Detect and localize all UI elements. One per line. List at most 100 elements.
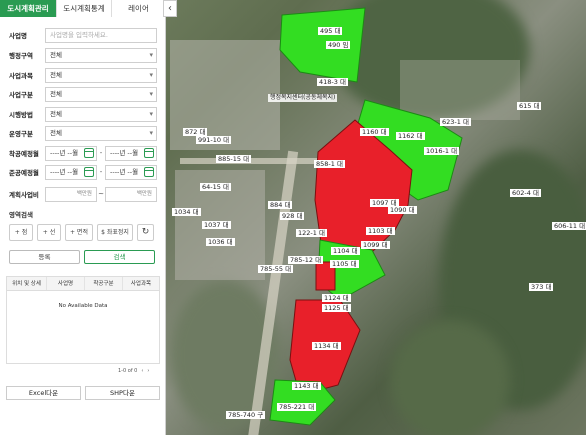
parcel-label: 1143 대: [292, 382, 321, 390]
parcel-label: 122-1 대: [296, 229, 327, 237]
parcel-label: 418-3 대: [317, 78, 348, 86]
chevron-left-icon[interactable]: ‹: [163, 0, 177, 17]
business-type-row: 사업과목 전체: [9, 67, 157, 83]
budget-unit: 백만원: [136, 190, 152, 197]
business-category-label: 사업구분: [9, 91, 33, 99]
column-business-type[interactable]: 사업과목: [123, 277, 159, 290]
parcel-label: 858-1 대: [314, 160, 345, 168]
parcel-label: 1016-1 대: [424, 147, 460, 155]
excel-download-button[interactable]: Excel다운: [6, 386, 81, 400]
pagination-info: 1-0 of 0: [118, 368, 138, 374]
register-button[interactable]: 등록: [9, 250, 80, 264]
business-type-label: 사업과목: [9, 72, 33, 80]
parcel-label: 623-1 대: [440, 118, 471, 126]
parcel-label: 490 임: [326, 41, 351, 49]
parcel-label: 1125 대: [322, 304, 351, 312]
column-construction-type[interactable]: 착공구분: [85, 277, 123, 290]
business-type-select[interactable]: 전체: [45, 67, 157, 83]
empty-message: No Available Data: [58, 303, 108, 309]
search-panel: 도시계획관리 도시계획통계 레이어 사업명 사업명을 입력하세요. 행정구역 전…: [0, 0, 166, 435]
parcel-label: 1134 대: [312, 342, 341, 350]
parcel-label: 1037 대: [202, 221, 231, 229]
start-date-to-value: ----년 --월: [110, 148, 139, 157]
tab-layers[interactable]: 레이어: [112, 0, 166, 17]
shp-download-button[interactable]: SHP다운: [85, 386, 160, 400]
parcel-label: 1124 대: [322, 294, 351, 302]
parcel-label: 1103 대: [366, 227, 395, 235]
parcel-label: 1099 대: [361, 241, 390, 249]
column-project-name[interactable]: 사업명: [47, 277, 85, 290]
budget-unit: 백만원: [76, 190, 92, 197]
budget-label: 계획사업비: [9, 191, 39, 199]
table-header: 위치 및 상세 사업명 착공구분 사업과목: [7, 277, 159, 291]
project-name-label: 사업명: [9, 32, 27, 40]
budget-to-input[interactable]: 백만원: [105, 186, 157, 202]
refresh-icon[interactable]: ↻: [137, 224, 154, 241]
panel-tabs: 도시계획관리 도시계획통계 레이어: [0, 0, 166, 17]
parcel-label: 1090 대: [388, 206, 417, 214]
start-date-to-input[interactable]: ----년 --월: [105, 145, 157, 161]
parcel-label: 885-15 대: [216, 155, 252, 163]
line-draw-button[interactable]: + 선: [37, 224, 61, 241]
parcel-label: 884 대: [268, 201, 293, 209]
point-draw-button[interactable]: + 점: [9, 224, 33, 241]
district-row: 행정구역 전체: [9, 47, 157, 63]
start-date-from-value: ----년 --월: [50, 148, 79, 157]
start-date-label: 착공예정월: [9, 150, 39, 158]
parcel-label: 64-15 대: [200, 183, 231, 191]
executor-row: 시행방법 전체: [9, 106, 157, 122]
pagination: 1-0 of 0 ‹ ›: [118, 368, 149, 374]
parcel-green-north[interactable]: [279, 7, 366, 83]
parcel-label: 1097 대: [370, 199, 399, 207]
budget-row: 계획사업비 백만원 ~ 백만원: [9, 186, 157, 202]
tab-city-plan-management[interactable]: 도시계획관리: [0, 0, 57, 17]
business-category-select[interactable]: 전체: [45, 86, 157, 102]
place-label: 행정복지센터(공동체복지): [268, 94, 338, 102]
district-select[interactable]: 전체: [45, 47, 157, 63]
parcel-label: 1162 대: [396, 132, 425, 140]
business-category-row: 사업구분 전체: [9, 86, 157, 102]
executor-label: 시행방법: [9, 111, 33, 119]
area-draw-button[interactable]: + 면적: [65, 224, 93, 241]
area-search-title: 영역검색: [9, 211, 33, 219]
action-row: 등록 검색: [9, 250, 155, 264]
parcel-label: 1104 대: [331, 247, 360, 255]
parcel-label: 606-11 대: [552, 222, 586, 230]
completion-date-to-value: ----년 --월: [110, 167, 139, 176]
operation-select[interactable]: 전체: [45, 125, 157, 141]
parcel-label: 615 대: [517, 102, 542, 110]
chevron-right-icon[interactable]: ›: [147, 368, 149, 374]
executor-select[interactable]: 전체: [45, 106, 157, 122]
completion-date-from-input[interactable]: ----년 --월: [45, 164, 97, 180]
start-date-from-input[interactable]: ----년 --월: [45, 145, 97, 161]
project-name-input[interactable]: 사업명을 입력하세요.: [45, 27, 157, 43]
coordinate-stop-button[interactable]: $ 좌표정지: [97, 224, 133, 241]
calendar-icon[interactable]: [84, 166, 94, 177]
operation-label: 운영구분: [9, 130, 33, 138]
calendar-icon[interactable]: [144, 147, 154, 158]
completion-date-label: 준공예정월: [9, 169, 39, 177]
chevron-left-icon[interactable]: ‹: [141, 368, 143, 374]
calendar-icon[interactable]: [84, 147, 94, 158]
parcel-label: 1036 대: [206, 238, 235, 246]
parcel-label: 785-55 대: [258, 265, 294, 273]
calendar-icon[interactable]: [144, 166, 154, 177]
parcel-label: 495 대: [318, 27, 343, 35]
parcel-label: 373 대: [529, 283, 554, 291]
parcel-label: 785-12 대: [288, 256, 324, 264]
completion-date-from-value: ----년 --월: [50, 167, 79, 176]
parcel-label: 785-221 대: [277, 403, 317, 411]
start-date-row: 착공예정월 ----년 --월 - ----년 --월: [9, 145, 157, 161]
tab-city-plan-statistics[interactable]: 도시계획통계: [57, 0, 112, 17]
operation-row: 운영구분 전체: [9, 125, 157, 141]
parcel-label: 991-10 대: [196, 136, 232, 144]
completion-date-to-input[interactable]: ----년 --월: [105, 164, 157, 180]
area-search-buttons: + 점 + 선 + 면적 $ 좌표정지 ↻: [9, 224, 154, 241]
parcel-label: 785-740 구: [226, 411, 266, 419]
budget-from-input[interactable]: 백만원: [45, 186, 97, 202]
parcel-label: 1034 대: [172, 208, 201, 216]
export-row: Excel다운 SHP다운: [6, 386, 160, 400]
search-button[interactable]: 검색: [84, 250, 155, 264]
parcel-label: 928 대: [280, 212, 305, 220]
column-location[interactable]: 위치 및 상세: [7, 277, 47, 290]
